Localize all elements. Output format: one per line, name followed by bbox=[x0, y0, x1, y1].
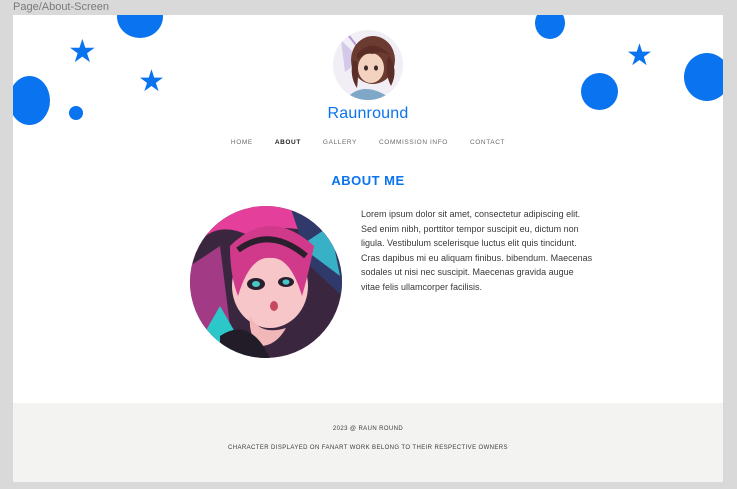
frame-label: Page/About-Screen bbox=[13, 1, 110, 13]
footer-disclaimer: CHARACTER DISPLAYED ON FANART WORK BELON… bbox=[228, 445, 508, 451]
star-icon: ★ bbox=[138, 64, 165, 99]
artwork-illustration bbox=[190, 206, 342, 358]
page-title: ABOUT ME bbox=[331, 173, 405, 188]
nav-item-home[interactable]: HOME bbox=[231, 139, 253, 146]
nav-item-contact[interactable]: CONTACT bbox=[470, 139, 505, 146]
decorative-circle bbox=[117, 15, 163, 38]
avatar-illustration bbox=[333, 30, 403, 100]
page-artboard: ★ ★ ★ Raunround HOME ABOUT GALLERY COMMI… bbox=[13, 15, 723, 482]
nav-item-commission-info[interactable]: COMMISSION INFO bbox=[379, 139, 448, 146]
about-artwork-image bbox=[190, 206, 342, 358]
about-description: Lorem ipsum dolor sit amet, consectetur … bbox=[361, 209, 593, 292]
main-navigation: HOME ABOUT GALLERY COMMISSION INFO CONTA… bbox=[13, 139, 723, 146]
nav-item-gallery[interactable]: GALLERY bbox=[323, 139, 357, 146]
footer: 2023 @ RAUN ROUND CHARACTER DISPLAYED ON… bbox=[13, 403, 723, 482]
footer-copyright: 2023 @ RAUN ROUND bbox=[332, 426, 404, 432]
site-title[interactable]: Raunround bbox=[13, 105, 723, 123]
profile-avatar bbox=[333, 30, 403, 100]
star-icon: ★ bbox=[68, 32, 97, 70]
decorative-circle bbox=[684, 53, 723, 101]
star-icon: ★ bbox=[626, 38, 653, 73]
nav-item-about[interactable]: ABOUT bbox=[275, 139, 301, 146]
decorative-circle bbox=[535, 15, 565, 39]
